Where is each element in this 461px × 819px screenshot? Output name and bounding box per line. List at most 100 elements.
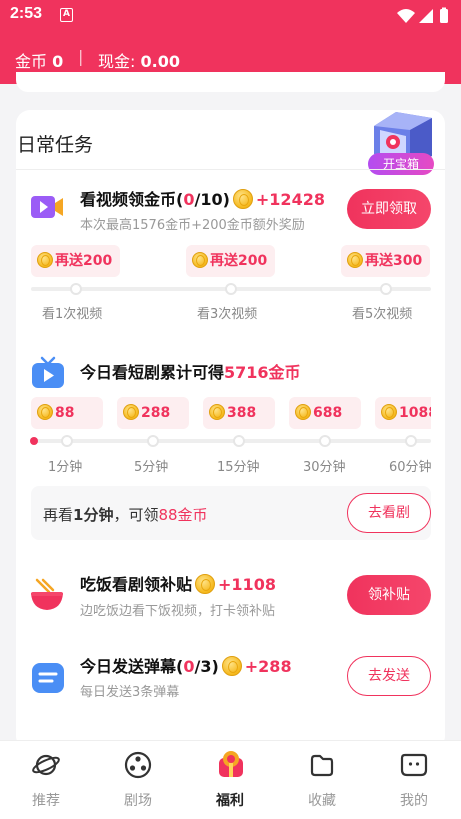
tv-icon [32, 356, 64, 388]
drama-reward-chip-4-text: 688 [313, 405, 343, 421]
video-milestone-label-3: 看5次视频 [352, 307, 413, 322]
coin-icon [381, 404, 397, 420]
task-video-progress-rest: /10) [194, 190, 230, 209]
rice-bowl-icon [31, 578, 63, 610]
send-danmaku-button[interactable]: 去发送 [347, 656, 431, 696]
tab-theater[interactable]: 剧场 [92, 741, 184, 819]
tab-recommend-label: 推荐 [32, 793, 60, 809]
signal-icon [419, 9, 433, 23]
title-divider [16, 169, 445, 170]
drama-reward-chip-1: 88 [31, 397, 103, 429]
drama-hint-amount: 88金币 [158, 506, 208, 524]
drama-milestone-label-1: 1分钟 [48, 460, 83, 475]
coin-icon [192, 252, 208, 268]
task-meal-subtitle: 边吃饭边看下饭视频，打卡领补贴 [80, 604, 276, 619]
claim-now-button[interactable]: 立即领取 [347, 189, 431, 229]
battery-icon [440, 9, 448, 23]
drama-milestone-label-2: 5分钟 [134, 460, 169, 475]
danmaku-chat-icon [32, 663, 64, 693]
drama-milestone-label-5: 60分钟 [389, 460, 431, 475]
task-danmaku-progress-done: 0 [183, 657, 195, 676]
coin-balance-value: 0 [52, 52, 64, 71]
profile-face-icon [400, 753, 428, 777]
drama-hint-prefix: 再看 [43, 506, 74, 524]
task-meal-title: 吃饭看剧领补贴 +1108 [80, 571, 276, 595]
drama-milestone-label-4: 30分钟 [303, 460, 346, 475]
tab-profile[interactable]: 我的 [368, 741, 460, 819]
drama-reward-chip-3: 388 [203, 397, 275, 429]
wifi-icon [397, 9, 415, 23]
task-drama-title: 今日看短剧累计可得5716金币 [80, 359, 301, 383]
header-separator: | [78, 47, 84, 66]
previous-card-bottom [16, 72, 445, 92]
cash-balance[interactable]: 现金: 0.00 [98, 48, 180, 72]
task-video-subtitle: 本次最高1576金币+200金币额外奖励 [80, 218, 305, 233]
drama-hint-text: 再看1分钟，可领88金币 [43, 504, 208, 525]
coin-icon [347, 252, 363, 268]
video-milestone-dot-1 [70, 283, 82, 295]
milestone-chip-1: 再送200 [31, 245, 121, 277]
coin-icon [295, 404, 311, 420]
task-video-title: 看视频领金币(0/10) +12428 [80, 186, 325, 210]
tab-welfare[interactable]: 福利 [184, 741, 276, 819]
drama-progress-current-dot [30, 437, 38, 445]
coin-icon [37, 252, 53, 268]
coin-icon [221, 656, 242, 676]
gift-icon [219, 751, 243, 777]
drama-reward-chip-5: 1088 [375, 397, 431, 429]
status-bar: 2:53 A [0, 0, 461, 32]
drama-reward-chip-4: 688 [289, 397, 361, 429]
milestone-chip-2: 再送200 [186, 245, 276, 277]
coin-balance[interactable]: 金币 0 [15, 48, 63, 72]
drama-milestone-dot-1 [61, 435, 73, 447]
task-video-title-text: 看视频领金币( [80, 190, 184, 209]
video-camera-icon [31, 196, 63, 218]
drama-hint-minutes: 1分钟 [73, 506, 114, 524]
drama-progress-track [31, 439, 431, 443]
task-meal-title-text: 吃饭看剧领补贴 [80, 575, 193, 594]
system-status-icons [397, 7, 448, 23]
tab-favorites-label: 收藏 [308, 793, 336, 809]
milestone-chip-2-text: 再送200 [210, 253, 268, 269]
section-title: 日常任务 [17, 134, 94, 156]
task-danmaku-subtitle: 每日发送3条弹幕 [80, 685, 180, 700]
open-treasure-button[interactable]: 开宝箱 [368, 153, 434, 175]
milestone-chip-3: 再送300 [341, 245, 431, 277]
tab-recommend[interactable]: 推荐 [0, 741, 92, 819]
drama-milestone-dot-3 [233, 435, 245, 447]
film-reel-icon [124, 751, 152, 779]
task-danmaku-title: 今日发送弹幕(0/3) +288 [80, 653, 292, 677]
video-milestone-label-2: 看3次视频 [197, 307, 258, 322]
drama-reward-chip-5-text: 1088 [399, 405, 431, 421]
drama-reward-chip-2: 288 [117, 397, 189, 429]
cash-balance-label: 现金: [98, 52, 136, 71]
coin-icon [195, 574, 216, 594]
drama-milestone-label-3: 15分钟 [217, 460, 260, 475]
drama-milestone-dot-4 [319, 435, 331, 447]
video-milestone-dot-2 [225, 283, 237, 295]
bottom-tab-bar: 推荐 剧场 福利 收藏 我的 [0, 740, 461, 819]
drama-hint-mid: ，可领 [113, 506, 159, 524]
tab-welfare-label: 福利 [216, 793, 244, 809]
claim-subsidy-button[interactable]: 领补贴 [347, 575, 431, 615]
coin-icon [37, 404, 53, 420]
task-meal-reward: +1108 [218, 575, 276, 594]
tab-favorites[interactable]: 收藏 [276, 741, 368, 819]
coin-icon [123, 404, 139, 420]
planet-icon [32, 754, 60, 776]
task-video-reward: +12428 [255, 190, 325, 209]
coin-balance-label: 金币 [15, 52, 48, 71]
task-danmaku-title-text: 今日发送弹幕( [80, 657, 184, 676]
cash-balance-value: 0.00 [140, 52, 180, 71]
folder-icon [310, 754, 334, 777]
video-milestone-label-1: 看1次视频 [42, 307, 103, 322]
status-time: 2:53 [10, 5, 43, 22]
task-danmaku-progress-rest: /3) [194, 657, 219, 676]
task-video-progress-done: 0 [183, 190, 195, 209]
drama-milestone-dot-2 [147, 435, 159, 447]
drama-reward-chip-1-text: 88 [55, 405, 75, 421]
watch-drama-button[interactable]: 去看剧 [347, 493, 431, 533]
tab-theater-label: 剧场 [124, 793, 152, 809]
drama-reward-chip-3-text: 388 [227, 405, 257, 421]
app-notification-icon: A [60, 8, 73, 22]
